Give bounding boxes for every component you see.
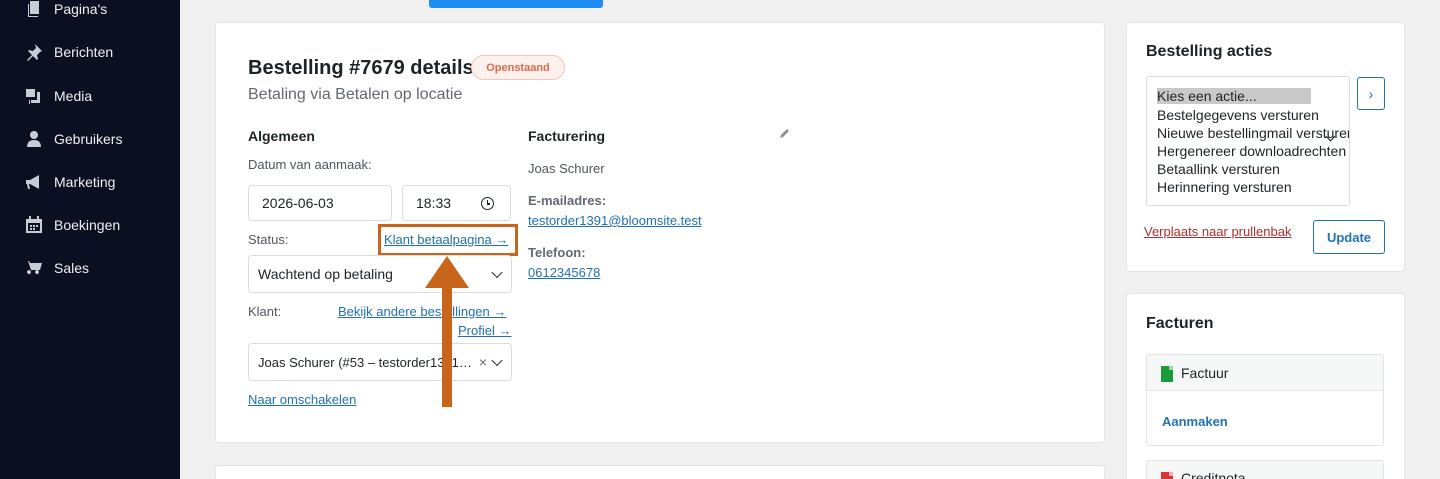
action-option[interactable]: Hergenereer downloadrechten <box>1157 143 1346 159</box>
admin-sidebar: Pagina's Berichten Media Gebruikers Mark… <box>0 0 180 479</box>
action-option[interactable]: Herinnering versturen <box>1157 179 1292 195</box>
sidebar-item-marketing[interactable]: Marketing <box>0 164 180 200</box>
user-icon <box>24 129 44 149</box>
customer-select[interactable]: Joas Schurer (#53 – testorder1391… × <box>248 343 512 381</box>
credit-note-label: Creditnota <box>1181 470 1246 479</box>
apply-action-button[interactable]: › <box>1357 77 1385 110</box>
invoice-panel-header: Factuur <box>1147 355 1383 391</box>
status-badge: Openstaand <box>471 55 565 80</box>
date-input[interactable]: 2026-06-03 <box>248 185 392 221</box>
order-action-select[interactable]: Kies een actie... Bestelgegevens verstur… <box>1146 76 1350 206</box>
date-label: Datum van aanmaak: <box>248 157 372 172</box>
credit-note-panel: Creditnota <box>1146 460 1384 479</box>
general-heading: Algemeen <box>248 128 315 144</box>
billing-phone-link[interactable]: 0612345678 <box>528 265 600 280</box>
sidebar-item-media[interactable]: Media <box>0 78 180 114</box>
status-label: Status: <box>248 232 289 247</box>
chevron-down-icon <box>491 266 503 279</box>
sidebar-item-posts[interactable]: Berichten <box>0 34 180 70</box>
sidebar-item-label: Marketing <box>54 174 116 190</box>
move-to-trash-link[interactable]: Verplaats naar prullenbak <box>1144 224 1291 239</box>
document-icon <box>1161 366 1173 382</box>
clock-icon <box>481 197 494 210</box>
billing-email-link[interactable]: testorder1391@bloomsite.test <box>528 213 702 228</box>
sidebar-item-label: Boekingen <box>54 217 121 233</box>
sidebar-item-label: Pagina's <box>54 1 108 17</box>
sidebar-item-users[interactable]: Gebruikers <box>0 121 180 157</box>
annotation-highlight-box <box>378 224 518 256</box>
sidebar-item-pages[interactable]: Pagina's <box>0 0 180 27</box>
status-select-value: Wachtend op betaling <box>258 266 393 282</box>
billing-heading: Facturering <box>528 128 606 144</box>
pin-icon <box>24 42 44 62</box>
invoice-panel: Factuur Aanmaken <box>1146 354 1384 446</box>
chevron-down-icon <box>491 354 503 367</box>
document-icon <box>1161 472 1173 479</box>
payment-method-subtitle: Betaling via Betalen op locatie <box>248 86 463 103</box>
page-title: Bestelling #7679 details <box>248 57 474 79</box>
sidebar-item-label: Media <box>54 88 93 104</box>
date-value: 2026-06-03 <box>262 195 334 211</box>
media-icon <box>24 86 44 106</box>
sidebar-item-label: Berichten <box>54 44 114 60</box>
calendar-icon <box>24 215 44 235</box>
action-option[interactable]: Betaallink versturen <box>1157 161 1280 177</box>
invoices-heading: Facturen <box>1146 315 1214 332</box>
sidebar-item-label: Sales <box>54 260 90 276</box>
megaphone-icon <box>24 172 44 192</box>
billing-name: Joas Schurer <box>528 161 605 176</box>
create-invoice-link[interactable]: Aanmaken <box>1162 414 1228 429</box>
order-actions-heading: Bestelling acties <box>1146 43 1273 60</box>
action-option[interactable]: Bestelgegevens versturen <box>1157 107 1319 123</box>
top-primary-button[interactable] <box>429 0 603 8</box>
cart-icon <box>24 258 44 278</box>
time-input[interactable]: 18:33 <box>402 185 511 221</box>
status-select[interactable]: Wachtend op betaling <box>248 255 512 293</box>
switch-user-link[interactable]: Naar omschakelen <box>248 392 356 407</box>
email-label: E-mailadres: <box>528 193 607 208</box>
sidebar-item-label: Gebruikers <box>54 131 123 147</box>
action-option[interactable]: Nieuwe bestellingmail versturen <box>1157 125 1349 141</box>
profile-link[interactable]: Profiel → <box>458 323 511 338</box>
clear-icon[interactable]: × <box>479 354 487 370</box>
order-items-card <box>215 465 1105 479</box>
sidebar-item-bookings[interactable]: Boekingen <box>0 207 180 243</box>
other-orders-link[interactable]: Bekijk andere bestellingen → <box>338 304 506 319</box>
sidebar-item-sales[interactable]: Sales <box>0 250 180 286</box>
action-option[interactable]: Kies een actie... <box>1157 88 1311 104</box>
annotation-arrow-shaft <box>442 285 452 407</box>
update-button[interactable]: Update <box>1313 220 1385 254</box>
time-value: 18:33 <box>416 195 452 211</box>
annotation-arrow-head <box>425 256 469 288</box>
invoice-label: Factuur <box>1181 365 1229 381</box>
edit-pencil-icon[interactable] <box>779 127 791 139</box>
phone-label: Telefoon: <box>528 245 586 260</box>
pages-icon <box>24 0 44 19</box>
customer-label: Klant: <box>248 304 282 319</box>
